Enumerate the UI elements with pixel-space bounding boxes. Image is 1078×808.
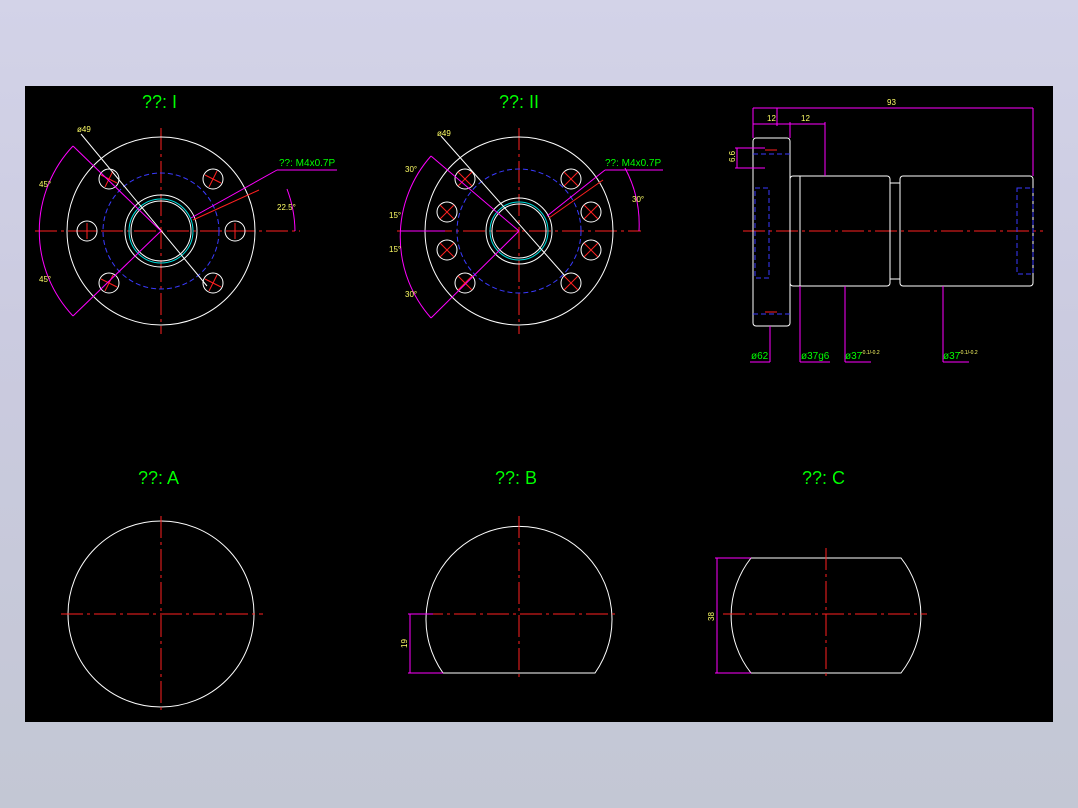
view-c-section: ??: C 38	[707, 468, 927, 678]
view-b-section: ??: B 19	[400, 468, 617, 678]
view-c-title: ??: C	[802, 468, 845, 488]
side-dia-37g6: ø37g6	[801, 351, 830, 362]
side-view-flange	[752, 137, 791, 327]
view-b-height: 19	[400, 639, 409, 648]
cad-drawing: ??: I ø49 45° 45° ??: M4x0.7P 22.5° ??: …	[35, 92, 1043, 712]
view-a-title: ??: A	[138, 468, 179, 488]
view-2-bolt-circle-label: ø49	[437, 129, 451, 138]
side-dim-12b: 12	[801, 114, 810, 123]
side-dim-66: 6.6	[728, 150, 737, 162]
side-view: 12 12 93 6.6 ø62 ø37g6 ø37 -0.1/-0.2 ø37…	[728, 98, 1043, 363]
view-1-thread-angle: 22.5°	[277, 203, 296, 212]
side-dim-12a: 12	[767, 114, 776, 123]
view-2-front-flange: ??: II ø49 30° 15° 15° 30° ??: M4x0.7P 3…	[389, 92, 663, 334]
view-2-angle-a: 30°	[405, 165, 417, 174]
view-b-title: ??: B	[495, 468, 537, 488]
view-2-thread-label: ??: M4x0.7P	[605, 158, 661, 169]
drawing-canvas[interactable]: ??: I ø49 45° 45° ??: M4x0.7P 22.5° ??: …	[25, 86, 1053, 722]
view-2-thread-angle: 30°	[632, 195, 644, 204]
side-tol-b: -0.1/-0.2	[959, 350, 978, 356]
side-dim-93: 93	[887, 98, 896, 107]
view-2-angle-d: 30°	[405, 290, 417, 299]
view-1-bolt-circle-label: ø49	[77, 125, 91, 134]
view-1-thread-leader	[190, 169, 278, 219]
view-1-angle-bottom: 45°	[39, 275, 51, 284]
view-2-thread-leader	[546, 169, 606, 217]
view-c-height: 38	[707, 612, 716, 621]
view-1-title: ??: I	[142, 92, 177, 112]
view-1-front-flange: ??: I ø49 45° 45° ??: M4x0.7P 22.5°	[35, 92, 337, 334]
side-dia-62: ø62	[751, 351, 769, 362]
view-2-title: ??: II	[499, 92, 539, 112]
view-1-angle-top: 45°	[39, 180, 51, 189]
view-2-angle-c: 15°	[389, 245, 401, 254]
view-a-section: ??: A	[61, 468, 263, 712]
view-1-thread-label: ??: M4x0.7P	[279, 158, 335, 169]
view-2-angle-b: 15°	[389, 211, 401, 220]
side-tol-a: -0.1/-0.2	[861, 350, 880, 356]
side-view-flange-hidden	[754, 187, 770, 279]
